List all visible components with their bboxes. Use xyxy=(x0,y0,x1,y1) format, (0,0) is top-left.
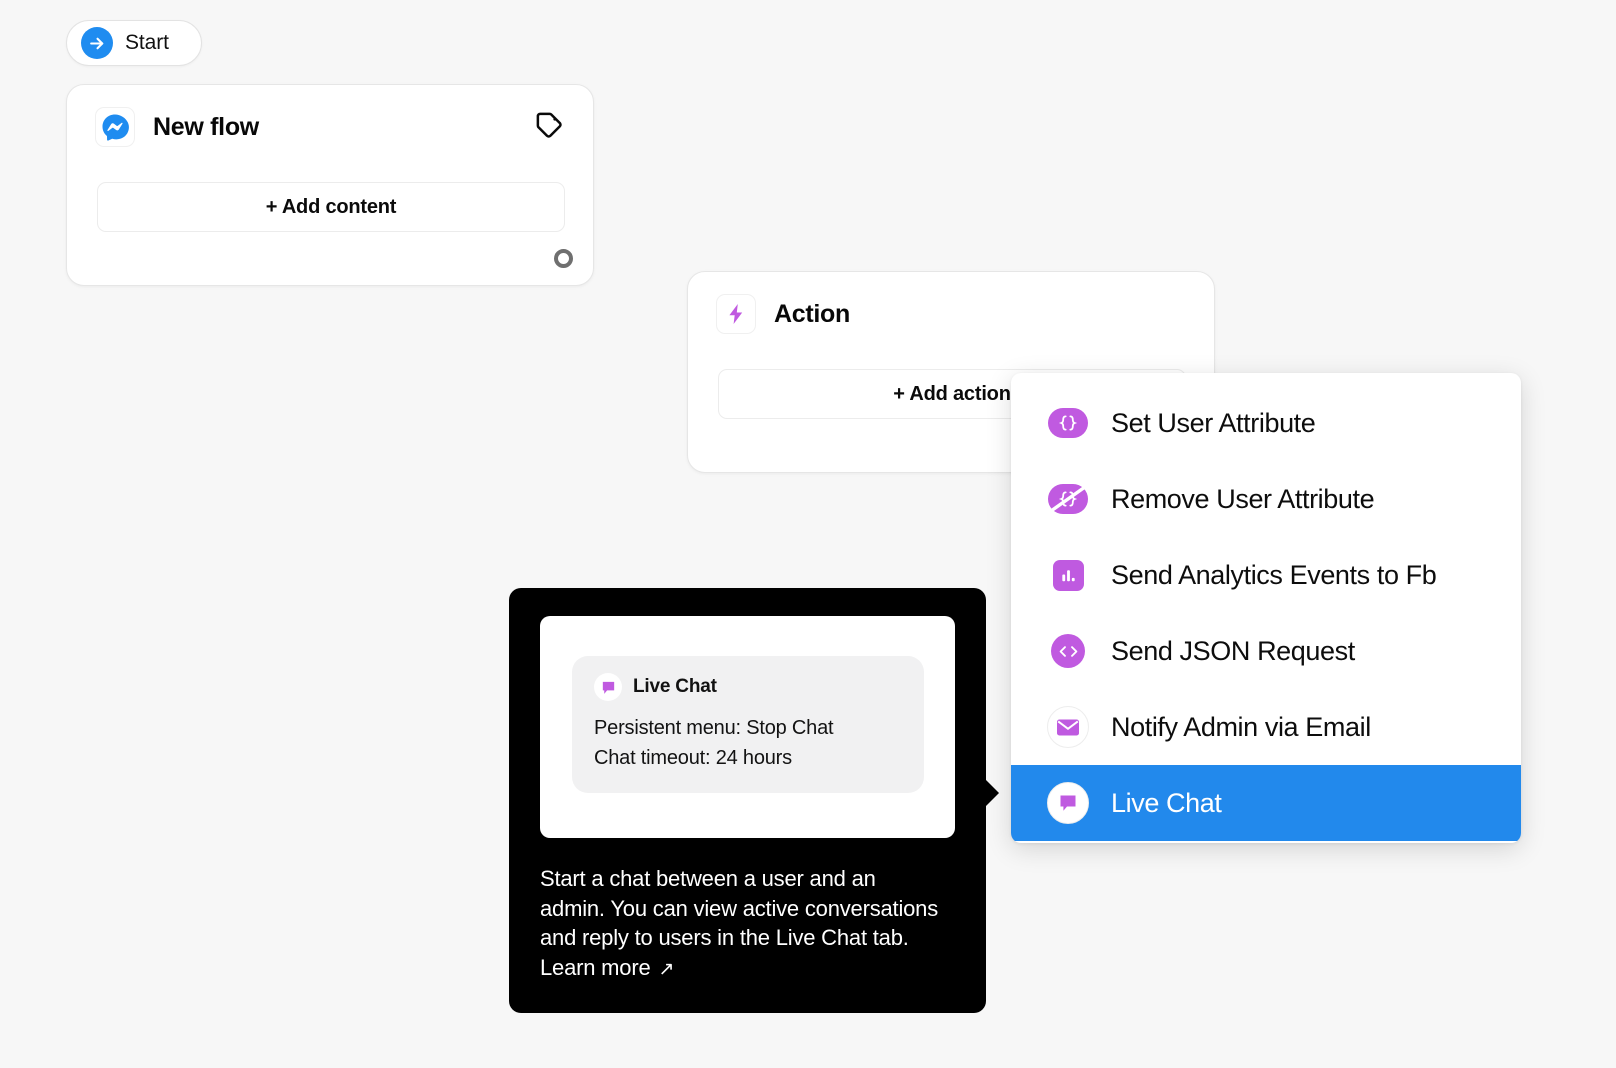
live-chat-preview-header: Live Chat xyxy=(594,673,902,701)
menu-item-label: Send Analytics Events to Fb xyxy=(1111,559,1437,590)
live-chat-preview-line-2: Chat timeout: 24 hours xyxy=(594,747,792,769)
new-flow-card-header: New flow xyxy=(67,85,593,147)
new-flow-card-title: New flow xyxy=(153,112,259,141)
menu-item-live-chat[interactable]: Live Chat xyxy=(1011,765,1521,841)
menu-item-label: Set User Attribute xyxy=(1111,407,1316,438)
live-chat-tooltip-description-text: Start a chat between a user and an admin… xyxy=(540,866,939,980)
chat-bubble-icon xyxy=(1047,782,1089,824)
external-link-arrow-icon[interactable]: ↗ xyxy=(658,955,674,985)
menu-item-label: Remove User Attribute xyxy=(1111,483,1375,514)
action-card-title: Action xyxy=(774,299,850,328)
menu-item-remove-user-attribute[interactable]: Remove User Attribute xyxy=(1011,461,1521,537)
live-chat-preview-title: Live Chat xyxy=(633,676,717,697)
new-flow-card[interactable]: New flow + Add content xyxy=(66,84,594,286)
menu-item-notify-admin-via-email[interactable]: Notify Admin via Email xyxy=(1011,689,1521,765)
menu-item-label: Notify Admin via Email xyxy=(1111,711,1371,742)
connector-ring-icon[interactable] xyxy=(554,249,573,268)
menu-item-label: Send JSON Request xyxy=(1111,635,1355,666)
messenger-icon xyxy=(95,107,135,147)
start-node-label: Start xyxy=(125,31,169,54)
live-chat-preview-bubble: Live Chat Persistent menu: Stop Chat Cha… xyxy=(572,656,924,793)
flow-canvas: Start New flow + Add content Action + Ad… xyxy=(0,0,1616,1068)
tooltip-pointer-arrow xyxy=(986,780,999,806)
action-type-menu: Set User Attribute Remove User Attribute xyxy=(1011,373,1521,843)
live-chat-tooltip-description: Start a chat between a user and an admin… xyxy=(540,864,940,984)
action-card-header: Action xyxy=(688,272,1214,334)
arrow-right-circle-icon xyxy=(81,27,113,59)
live-chat-preview-line-1: Persistent menu: Stop Chat xyxy=(594,717,834,739)
bar-chart-icon xyxy=(1047,554,1089,596)
start-node[interactable]: Start xyxy=(66,20,202,66)
menu-item-set-user-attribute[interactable]: Set User Attribute xyxy=(1011,385,1521,461)
menu-item-send-analytics-events[interactable]: Send Analytics Events to Fb xyxy=(1011,537,1521,613)
tag-icon[interactable] xyxy=(529,105,569,145)
add-content-button[interactable]: + Add content xyxy=(97,182,565,232)
braces-slash-icon xyxy=(1047,478,1089,520)
chat-bubble-icon xyxy=(594,673,622,701)
menu-item-send-json-request[interactable]: Send JSON Request xyxy=(1011,613,1521,689)
lightning-bolt-icon xyxy=(716,294,756,334)
live-chat-preview-card: Live Chat Persistent menu: Stop Chat Cha… xyxy=(540,616,955,838)
menu-item-label: Live Chat xyxy=(1111,787,1222,818)
live-chat-tooltip: Live Chat Persistent menu: Stop Chat Cha… xyxy=(509,588,986,1013)
braces-icon xyxy=(1047,402,1089,444)
envelope-icon xyxy=(1047,706,1089,748)
code-brackets-icon xyxy=(1047,630,1089,672)
